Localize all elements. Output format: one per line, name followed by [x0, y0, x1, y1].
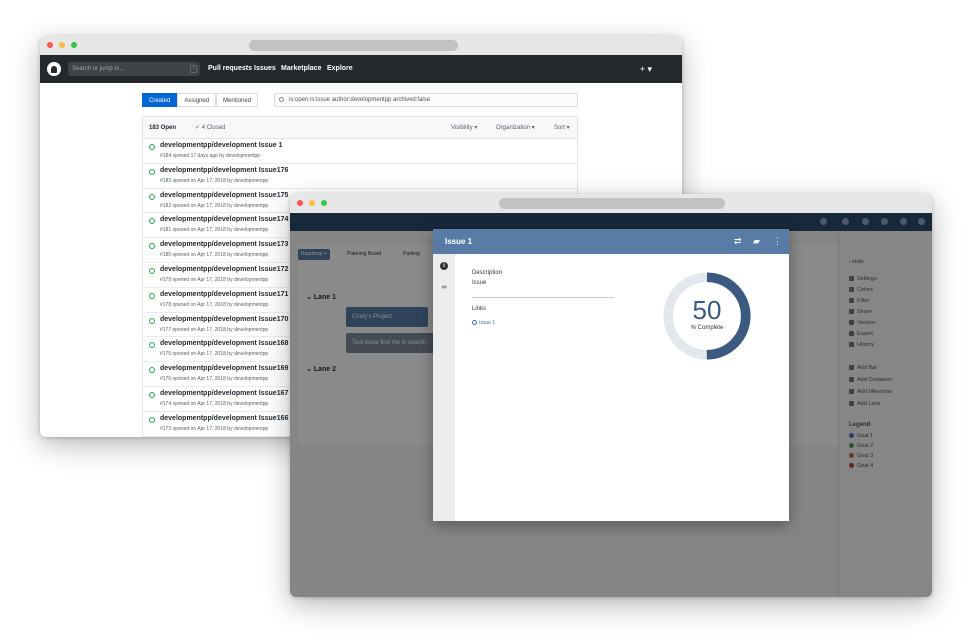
- closed-count[interactable]: ✓ 4 Closed: [195, 117, 225, 139]
- open-issue-icon: [149, 317, 155, 324]
- issue-search-input[interactable]: is:open is:issue author:developmentpp ar…: [274, 93, 578, 107]
- modal-header: Issue 1 ⇄ ▰ ⋮: [433, 229, 789, 254]
- links-label: Links: [472, 306, 487, 312]
- issue-meta: #181 opened on Apr 17, 2018 by developme…: [160, 227, 269, 234]
- comments-icon[interactable]: ▰: [753, 236, 760, 246]
- close-window-button[interactable]: [297, 200, 303, 206]
- issue-title[interactable]: developmentpp/development Issue175: [160, 192, 288, 199]
- filter-query-text: is:open is:issue author:developmentpp ar…: [289, 97, 431, 103]
- create-new-button[interactable]: + ▾: [640, 55, 652, 83]
- open-issue-icon: [149, 267, 155, 274]
- maximize-window-button[interactable]: [321, 200, 327, 206]
- open-issue-icon: [149, 416, 155, 423]
- info-icon[interactable]: i: [440, 262, 448, 270]
- window-titlebar: [40, 36, 682, 55]
- address-bar[interactable]: [499, 198, 725, 209]
- issue-title[interactable]: developmentpp/development Issue176: [160, 167, 288, 174]
- search-input[interactable]: Search or jump to... /: [68, 62, 200, 76]
- percent-label: % Complete: [690, 325, 724, 331]
- issue-title[interactable]: developmentpp/development Issue168: [160, 340, 288, 347]
- table-row[interactable]: developmentpp/development Issue176 #183 o…: [143, 164, 577, 189]
- issue-meta: #184 opened 17 days ago by developmentpp: [160, 153, 261, 159]
- github-logo-icon[interactable]: [47, 62, 61, 76]
- issue-meta: #176 opened on Apr 17, 2018 by developme…: [160, 376, 269, 383]
- sort-dropdown[interactable]: Sort ▾: [554, 117, 570, 139]
- linked-issue[interactable]: Issue 1: [472, 320, 495, 326]
- issue-meta: #175 opened on Apr 17, 2018 by developme…: [160, 351, 269, 358]
- percent-value: 50: [692, 295, 722, 325]
- issue-title[interactable]: developmentpp/development Issue169: [160, 365, 288, 372]
- address-bar[interactable]: [249, 40, 458, 51]
- nav-explore[interactable]: Explore: [327, 55, 353, 83]
- issue-filter-tabs: Created Assigned Mentioned: [142, 93, 259, 107]
- maximize-window-button[interactable]: [71, 42, 77, 48]
- tab-assigned[interactable]: Assigned: [177, 93, 217, 107]
- modal-title: Issue 1: [445, 237, 473, 246]
- issue-title[interactable]: developmentpp/development Issue173: [160, 241, 288, 248]
- link-icon[interactable]: ⇄: [734, 236, 742, 246]
- issue-title[interactable]: developmentpp/development Issue166: [160, 415, 288, 422]
- nav-issues[interactable]: Issues: [254, 55, 276, 83]
- issue-meta: #180 opened on Apr 17, 2018 by developme…: [160, 252, 269, 259]
- open-issue-icon: [149, 243, 155, 250]
- issue-meta: #174 opened on Apr 17, 2018 by developme…: [160, 400, 269, 407]
- search-shortcut-icon: /: [190, 65, 197, 73]
- organization-dropdown[interactable]: Organization ▾: [496, 117, 535, 139]
- more-menu-icon[interactable]: ⋮: [773, 236, 782, 246]
- open-issue-icon: [149, 367, 155, 374]
- table-row[interactable]: developmentpp/development Issue 1 #184 op…: [143, 139, 577, 164]
- search-icon: [279, 97, 284, 102]
- issue-title[interactable]: developmentpp/development Issue170: [160, 316, 288, 323]
- nav-pull-requests[interactable]: Pull requests: [208, 55, 252, 83]
- open-issue-icon: [149, 193, 155, 200]
- issue-title[interactable]: developmentpp/development Issue171: [160, 291, 288, 298]
- minimize-window-button[interactable]: [309, 200, 315, 206]
- open-issue-icon: [149, 168, 155, 175]
- tab-mentioned[interactable]: Mentioned: [216, 93, 259, 107]
- issue-meta: #182 opened on Apr 17, 2018 by developme…: [160, 202, 269, 209]
- issue-title[interactable]: developmentpp/development Issue 1: [160, 142, 283, 149]
- nav-marketplace[interactable]: Marketplace: [281, 55, 321, 83]
- window-titlebar: [290, 194, 932, 213]
- issue-meta: #173 opened on Apr 17, 2018 by developme…: [160, 425, 269, 432]
- issue-modal: Issue 1 ⇄ ▰ ⋮ i ∞ Description Issue Link…: [433, 229, 789, 521]
- open-issue-icon: [149, 144, 155, 150]
- roadmap-window: Roadmap ▾ Planning Board Parking ⌄ Lane …: [290, 194, 932, 597]
- open-issue-icon: [149, 342, 155, 349]
- issue-title[interactable]: developmentpp/development Issue174: [160, 216, 288, 223]
- issue-meta: #183 opened on Apr 17, 2018 by developme…: [160, 177, 269, 184]
- link-tab-icon[interactable]: ∞: [440, 284, 448, 292]
- linked-issue-label: Issue 1: [479, 320, 496, 326]
- visibility-dropdown[interactable]: Visibility ▾: [451, 117, 477, 139]
- close-window-button[interactable]: [47, 42, 53, 48]
- issue-meta: #178 opened on Apr 17, 2018 by developme…: [160, 301, 269, 308]
- open-issue-icon: [149, 292, 155, 299]
- description-label: Description: [472, 270, 503, 276]
- open-issue-icon: [149, 218, 155, 225]
- open-count[interactable]: 183 Open: [149, 117, 176, 139]
- github-header: Search or jump to... / Pull requests Iss…: [40, 55, 682, 83]
- issue-title[interactable]: developmentpp/development Issue167: [160, 390, 288, 397]
- issue-meta: #177 opened on Apr 17, 2018 by developme…: [160, 326, 269, 333]
- modal-rail: i ∞: [433, 254, 455, 521]
- issue-meta: #179 opened on Apr 17, 2018 by developme…: [160, 276, 269, 283]
- divider: [472, 297, 614, 298]
- tab-created[interactable]: Created: [142, 93, 178, 107]
- issue-link-icon: [472, 320, 477, 326]
- description-value[interactable]: Issue: [472, 280, 486, 286]
- issue-title[interactable]: developmentpp/development Issue172: [160, 266, 288, 273]
- minimize-window-button[interactable]: [59, 42, 65, 48]
- issue-list-header: 183 Open ✓ 4 Closed Visibility ▾ Organiz…: [143, 117, 577, 139]
- open-issue-icon: [149, 391, 155, 398]
- search-placeholder: Search or jump to...: [72, 66, 125, 72]
